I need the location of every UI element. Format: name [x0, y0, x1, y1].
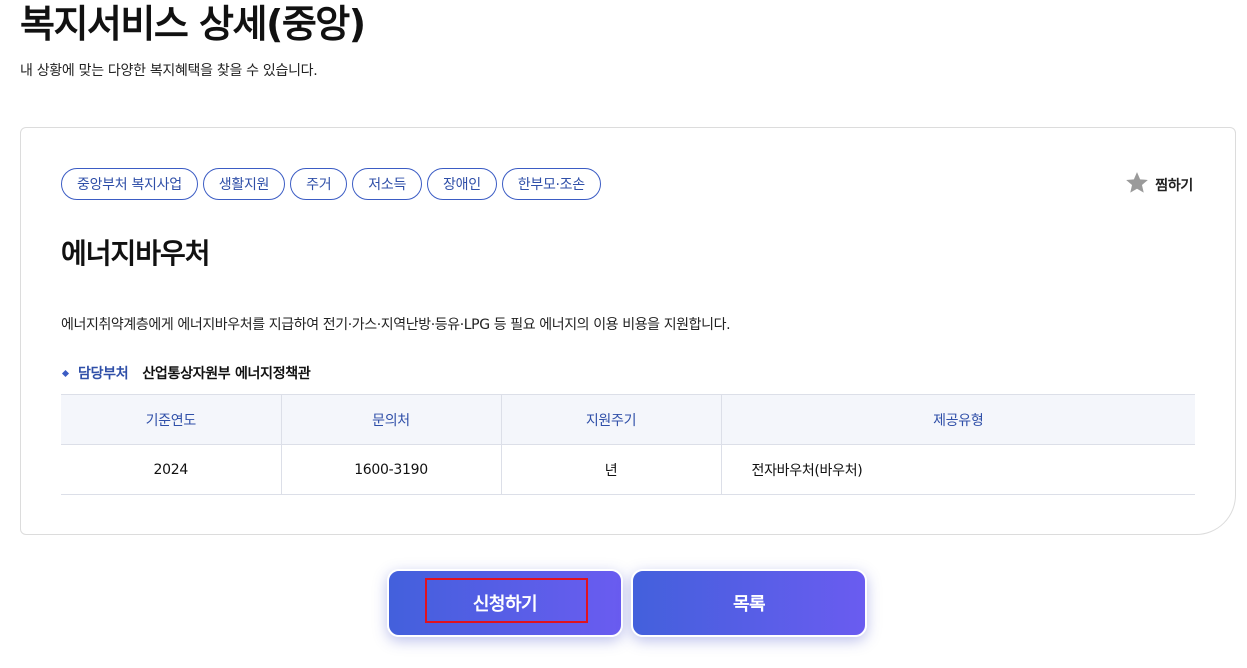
tag-housing[interactable]: 주거 — [290, 168, 348, 200]
cell-support-cycle: 년 — [501, 444, 722, 495]
tag-single-parent[interactable]: 한부모·조손 — [501, 168, 601, 200]
header-contact: 문의처 — [281, 394, 502, 445]
cell-provision-type: 전자바우처(바우처) — [721, 444, 1195, 495]
header-provision-type: 제공유형 — [721, 394, 1195, 445]
department-value: 산업통상자원부 에너지정책관 — [142, 366, 311, 382]
page-subtitle: 내 상황에 맞는 다양한 복지혜택을 찾을 수 있습니다. — [20, 63, 318, 79]
favorite-label: 찜하기 — [1155, 178, 1193, 194]
diamond-bullet-icon — [61, 369, 70, 377]
department-label: 담당부처 — [78, 366, 129, 382]
cell-base-year: 2024 — [61, 444, 282, 495]
service-description: 에너지취약계층에게 에너지바우처를 지급하여 전기·가스·지역난방·등유·LPG… — [61, 317, 731, 333]
tag-disabled[interactable]: 장애인 — [427, 168, 497, 200]
apply-button[interactable]: 신청하기 — [387, 569, 623, 637]
star-icon — [1124, 170, 1150, 200]
table-row: 2024 1600-3190 년 전자바우처(바우처) — [61, 444, 1195, 495]
category-tags: 중앙부처 복지사업 생활지원 주거 저소득 장애인 한부모·조손 — [61, 168, 601, 200]
table-header-row: 기준연도 문의처 지원주기 제공유형 — [61, 394, 1195, 445]
department-row: 담당부처 산업통상자원부 에너지정책관 — [61, 363, 311, 383]
header-base-year: 기준연도 — [61, 394, 282, 445]
header-support-cycle: 지원주기 — [501, 394, 722, 445]
service-info-table: 기준연도 문의처 지원주기 제공유형 2024 1600-3190 년 전자바우… — [61, 394, 1195, 495]
tag-central-welfare[interactable]: 중앙부처 복지사업 — [61, 168, 198, 200]
tag-living-support[interactable]: 생활지원 — [202, 168, 286, 200]
service-title: 에너지바우처 — [61, 237, 211, 270]
list-button[interactable]: 목록 — [631, 569, 867, 637]
tag-low-income[interactable]: 저소득 — [352, 168, 423, 200]
favorite-button[interactable]: 찜하기 — [1124, 170, 1193, 200]
cell-contact: 1600-3190 — [281, 444, 502, 495]
service-detail-card: 중앙부처 복지사업 생활지원 주거 저소득 장애인 한부모·조손 찜하기 에너지… — [20, 127, 1236, 535]
page-title: 복지서비스 상세(중앙) — [20, 2, 366, 46]
